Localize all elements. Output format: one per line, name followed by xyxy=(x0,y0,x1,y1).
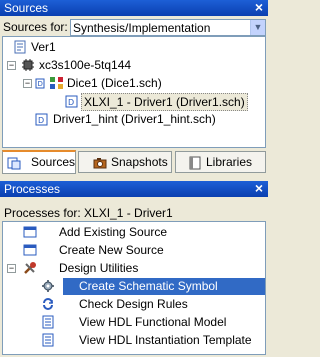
process-label: Create New Source xyxy=(59,243,164,257)
svg-text:D: D xyxy=(38,80,43,88)
camera-icon xyxy=(93,158,107,169)
tree-item-label: XLXI_1 - Driver1 (Driver1.sch) xyxy=(81,93,248,111)
sources-tabs: Sources Snapshots Libraries xyxy=(0,150,268,176)
document-icon xyxy=(42,333,54,347)
process-create-schematic-symbol[interactable]: Create Schematic Symbol xyxy=(41,277,265,295)
processes-panel-title: Processes xyxy=(4,182,61,196)
window-icon xyxy=(23,226,37,238)
gear-icon xyxy=(42,280,54,292)
tree-item-ver1[interactable]: Ver1 xyxy=(13,38,133,56)
book-icon xyxy=(189,156,201,170)
sources-tree[interactable]: Ver1 − xc3s100e-5tq144 − D Dice1 (Dice1.… xyxy=(2,36,266,148)
tab-label: Sources xyxy=(31,155,76,169)
tab-libraries[interactable]: Libraries xyxy=(175,151,266,173)
process-label: Check Design Rules xyxy=(79,297,188,311)
process-add-existing-source[interactable]: Add Existing Source xyxy=(23,223,263,241)
tab-label: Snapshots xyxy=(111,155,168,169)
process-view-hdl-functional-model[interactable]: View HDL Functional Model xyxy=(41,313,265,331)
sources-close-icon[interactable]: × xyxy=(253,0,265,16)
tools-icon xyxy=(24,262,36,274)
tree-item-label: Ver1 xyxy=(31,40,56,54)
hierarchy-icon xyxy=(50,77,63,89)
process-label: Design Utilities xyxy=(59,261,139,275)
collapse-icon[interactable]: − xyxy=(23,79,32,88)
process-design-utilities[interactable]: Design Utilities xyxy=(23,259,263,277)
process-label: View HDL Functional Model xyxy=(79,315,227,329)
tree-item-device[interactable]: xc3s100e-5tq144 xyxy=(21,56,221,74)
sources-for-row: Sources for: Synthesis/Implementation ▼ xyxy=(0,18,268,36)
processes-close-icon[interactable]: × xyxy=(253,181,265,197)
arrows-icon xyxy=(43,298,53,310)
tree-item-driver1-hint[interactable]: D Driver1_hint (Driver1_hint.sch) xyxy=(35,110,255,128)
chevron-down-icon[interactable]: ▼ xyxy=(250,20,265,35)
sources-panel-header: Sources × xyxy=(0,0,268,16)
processes-panel-header: Processes × xyxy=(0,181,268,197)
document-icon xyxy=(42,315,54,329)
tree-item-xlxi1[interactable]: D XLXI_1 - Driver1 (Driver1.sch) xyxy=(65,92,265,111)
tab-label: Libraries xyxy=(206,155,253,169)
sources-for-dropdown[interactable]: Synthesis/Implementation ▼ xyxy=(70,19,266,36)
svg-text:D: D xyxy=(68,98,74,107)
process-label: View HDL Instantiation Template xyxy=(79,333,252,347)
process-create-new-source[interactable]: Create New Source xyxy=(23,241,263,259)
collapse-icon[interactable]: − xyxy=(7,61,16,70)
tree-item-label: Driver1_hint (Driver1_hint.sch) xyxy=(53,112,216,126)
tab-sources[interactable]: Sources xyxy=(2,150,76,174)
sources-panel-title: Sources xyxy=(4,1,49,15)
process-check-design-rules[interactable]: Check Design Rules xyxy=(41,295,265,313)
schematic-icon: D xyxy=(35,78,45,89)
process-view-hdl-instantiation-template[interactable]: View HDL Instantiation Template xyxy=(41,331,265,349)
process-label: Create Schematic Symbol xyxy=(79,279,218,293)
tab-snapshots[interactable]: Snapshots xyxy=(78,151,172,173)
window-icon xyxy=(23,244,37,256)
processes-tree[interactable]: Add Existing Source Create New Source − … xyxy=(2,221,266,355)
tree-item-label: xc3s100e-5tq144 xyxy=(39,58,132,72)
collapse-icon[interactable]: − xyxy=(7,264,16,273)
schematic-icon: D xyxy=(65,95,78,108)
tree-item-label: Dice1 (Dice1.sch) xyxy=(67,76,162,90)
processes-for-row: Processes for: XLXI_1 - Driver1 xyxy=(2,204,266,222)
processes-for-label: Processes for: XLXI_1 - Driver1 xyxy=(4,206,173,220)
document-icon xyxy=(14,40,26,54)
sources-icon xyxy=(7,157,21,170)
sources-for-value: Synthesis/Implementation xyxy=(73,21,211,35)
svg-text:D: D xyxy=(38,116,44,125)
process-label: Add Existing Source xyxy=(59,225,168,239)
tree-item-dice1[interactable]: D Dice1 (Dice1.sch) xyxy=(35,74,235,92)
chip-icon xyxy=(22,59,34,71)
sources-for-label: Sources for: xyxy=(3,20,68,34)
schematic-icon: D xyxy=(35,113,48,126)
